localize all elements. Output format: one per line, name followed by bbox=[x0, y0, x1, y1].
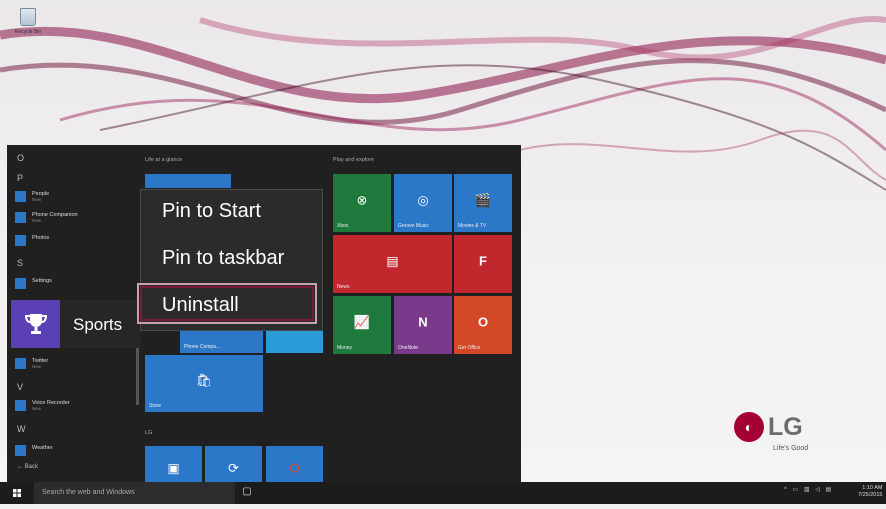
tile-label: Movies & TV bbox=[458, 223, 487, 229]
taskbar: Search the web and Windows ▢ ^ ▭ ▥ ◁ ▤ 1… bbox=[0, 482, 886, 504]
clapper-icon: 🎬 bbox=[474, 192, 492, 208]
app-item-sports[interactable]: Sports bbox=[11, 300, 141, 348]
app-sub: New bbox=[32, 406, 42, 411]
trophy-icon bbox=[11, 300, 60, 348]
app-name: Settings bbox=[32, 278, 52, 284]
app-sub: New bbox=[32, 364, 42, 369]
tile-movies-tv[interactable]: 🎬 Movies & TV bbox=[454, 174, 512, 232]
group-title-lg[interactable]: LG bbox=[145, 430, 152, 436]
settings-icon bbox=[15, 278, 26, 289]
chevron-up-icon[interactable]: ^ bbox=[784, 487, 789, 493]
tile-label: Get Office bbox=[458, 345, 481, 351]
tile-flipboard[interactable]: F bbox=[454, 235, 512, 293]
office-icon: O bbox=[289, 460, 300, 476]
notification-icon[interactable]: ▤ bbox=[825, 487, 833, 493]
recycle-bin-icon bbox=[20, 8, 36, 26]
tile-top-left[interactable] bbox=[145, 174, 231, 188]
tile-money[interactable]: 📈 Money bbox=[333, 296, 391, 354]
store-icon: 🛍 bbox=[195, 372, 213, 388]
tile-label: OneNote bbox=[398, 345, 419, 351]
sports-label: Sports bbox=[73, 315, 123, 334]
weather-icon bbox=[15, 445, 26, 456]
app-list-letter-p[interactable]: P bbox=[17, 173, 23, 183]
task-view-icon[interactable]: ▢ bbox=[240, 486, 254, 500]
flipboard-icon: F bbox=[479, 253, 487, 269]
tile-lg-2[interactable]: ⟳ bbox=[205, 446, 262, 482]
people-icon bbox=[15, 191, 26, 202]
app-item-phone-companion[interactable]: Phone Companion New bbox=[15, 212, 78, 226]
system-tray[interactable]: ^ ▭ ▥ ◁ ▤ bbox=[784, 486, 833, 493]
tile-label: Xbox bbox=[337, 223, 349, 229]
tile-store[interactable]: 🛍 Store bbox=[145, 355, 263, 412]
tile-label: Phone Compa... bbox=[184, 344, 221, 350]
app-item-photos[interactable]: Photos bbox=[15, 235, 49, 249]
tile-lg-3[interactable]: O bbox=[266, 446, 323, 482]
group-title-play[interactable]: Play and explore bbox=[333, 157, 374, 163]
tile-xbox[interactable]: ⊗ Xbox bbox=[333, 174, 391, 232]
xbox-icon: ⊗ bbox=[356, 192, 368, 208]
tile-get-office[interactable]: O Get Office bbox=[454, 296, 512, 354]
app-list-letter-v[interactable]: V bbox=[17, 382, 23, 392]
back-label: Back bbox=[24, 464, 39, 470]
uninstall-highlight-box bbox=[137, 283, 317, 324]
app-item-weather[interactable]: Weather bbox=[15, 445, 53, 459]
network-icon[interactable]: ▥ bbox=[804, 487, 812, 493]
menu-item-pin-to-start[interactable]: Pin to Start bbox=[141, 194, 322, 228]
news-icon: ▤ bbox=[386, 253, 399, 269]
photos-icon bbox=[15, 235, 26, 246]
arrow-left-icon: ← bbox=[17, 464, 23, 470]
tile-onenote[interactable]: N OneNote bbox=[394, 296, 452, 354]
app-list-letter-o[interactable]: O bbox=[17, 153, 24, 163]
app-icon: ▣ bbox=[167, 460, 180, 476]
tile-groove-music[interactable]: ◎ Groove Music bbox=[394, 174, 452, 232]
menu-item-label: Pin to Start bbox=[162, 200, 261, 222]
chart-icon: 📈 bbox=[353, 314, 371, 330]
app-sub: New bbox=[32, 197, 42, 202]
app-item-twitter[interactable]: Twitter New bbox=[15, 358, 48, 372]
lg-logo-text: LG bbox=[768, 412, 803, 441]
clock-date: 7/25/2015 bbox=[858, 492, 883, 498]
groove-icon: ◎ bbox=[417, 192, 429, 208]
twitter-icon bbox=[15, 358, 26, 369]
recycle-bin-label: Recycle Bin bbox=[14, 29, 42, 35]
office-icon: O bbox=[477, 314, 489, 330]
app-item-settings[interactable]: Settings bbox=[15, 278, 52, 292]
menu-item-label: Pin to taskbar bbox=[162, 247, 285, 269]
tile-news[interactable]: ▤ News bbox=[333, 235, 452, 293]
battery-icon[interactable]: ▭ bbox=[793, 487, 801, 493]
app-item-voice-recorder[interactable]: Voice Recorder New bbox=[15, 400, 70, 414]
app-list-letter-s[interactable]: S bbox=[17, 258, 23, 268]
volume-icon[interactable]: ◁ bbox=[815, 487, 822, 493]
recycle-bin-shortcut[interactable]: Recycle Bin bbox=[6, 8, 50, 35]
app-list-letter-w[interactable]: W bbox=[17, 424, 26, 434]
voice-recorder-icon bbox=[15, 400, 26, 411]
tile-label: Money bbox=[337, 345, 353, 351]
back-button[interactable]: ← Back bbox=[17, 464, 38, 470]
app-list-scrollbar[interactable] bbox=[136, 345, 139, 405]
start-button[interactable] bbox=[0, 482, 34, 504]
lg-logo-mark: ◐ bbox=[734, 412, 764, 442]
phone-companion-icon bbox=[15, 212, 26, 223]
app-item-people[interactable]: People New bbox=[15, 191, 49, 205]
search-placeholder: Search the web and Windows bbox=[42, 489, 135, 496]
clock-time: 1:10 AM bbox=[862, 485, 883, 491]
tile-label: News bbox=[337, 284, 350, 290]
lg-logo: ◐ LG bbox=[734, 412, 803, 442]
tile-label: Groove Music bbox=[398, 223, 429, 229]
tile-label: Store bbox=[149, 403, 161, 409]
app-name: Photos bbox=[32, 235, 50, 241]
app-sub: New bbox=[32, 218, 42, 223]
taskbar-search-box[interactable]: Search the web and Windows bbox=[34, 482, 235, 504]
refresh-icon: ⟳ bbox=[228, 460, 239, 476]
lg-tagline: Life's Good bbox=[773, 445, 809, 452]
tile-lg-1[interactable]: ▣ bbox=[145, 446, 202, 482]
taskbar-clock[interactable]: 1:10 AM 7/25/2015 bbox=[858, 485, 882, 499]
group-title-life[interactable]: Life at a glance bbox=[145, 157, 182, 163]
onenote-icon: N bbox=[418, 314, 428, 330]
trophy-glyph bbox=[24, 314, 47, 334]
menu-item-pin-to-taskbar[interactable]: Pin to taskbar bbox=[141, 241, 322, 275]
app-name: Weather bbox=[32, 445, 53, 451]
windows-logo-icon bbox=[13, 489, 21, 497]
